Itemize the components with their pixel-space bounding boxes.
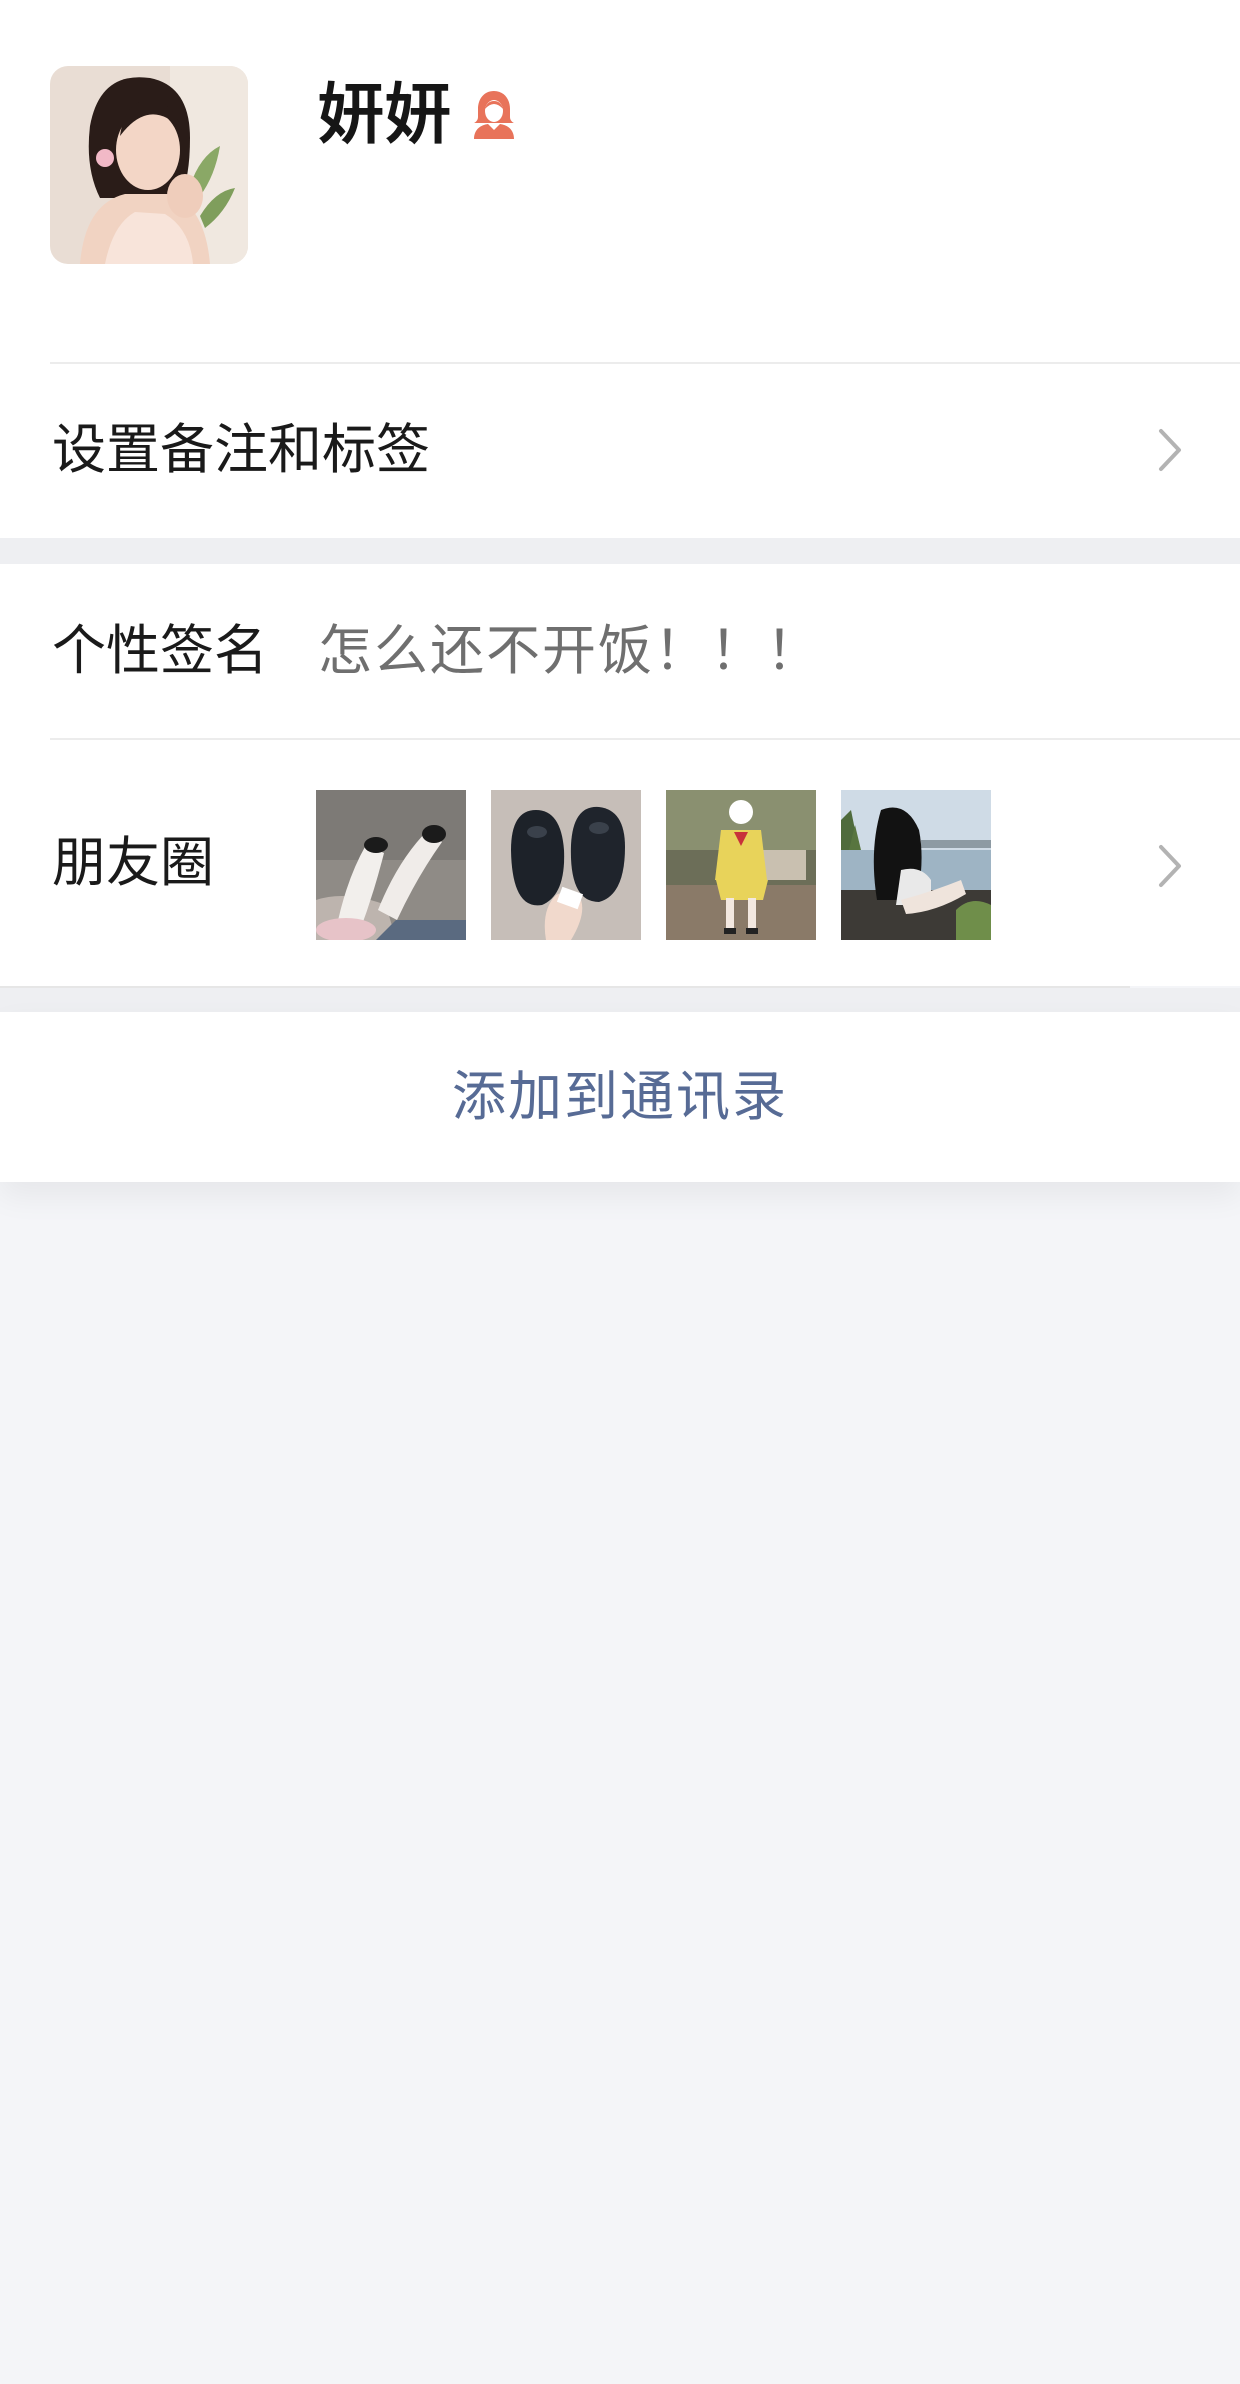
name-row: 妍妍 [318,72,518,158]
legs-in-white-stockings-photo[interactable] [316,790,466,940]
add-to-contacts-label: 添加到通讯录 [452,1065,788,1128]
chevron-right-icon [1156,426,1184,474]
nickname: 妍妍 [318,76,452,153]
info-section: 个性签名 怎么还不开饭！！！ 朋友圈 [0,564,1240,986]
set-remark-and-tags-row[interactable]: 设置备注和标签 [0,364,1240,536]
signature-text: 怎么还不开饭！！！ [318,619,822,682]
profile-header: 妍妍 设置备注和标签 [0,0,1240,538]
add-to-contacts-button[interactable]: 添加到通讯录 [0,1012,1240,1182]
girl-in-yellow-dress-photo[interactable] [666,790,816,940]
girl-sitting-by-river-photo[interactable] [841,790,991,940]
contact-profile-page: 妍妍 设置备注和标签 个性签名 怎么还不开饭！！！ 朋友圈 添加到通讯录 [0,0,1240,2384]
moments-row[interactable]: 朋友圈 [0,740,1240,986]
moments-label: 朋友圈 [52,831,214,894]
signature-row: 个性签名 怎么还不开饭！！！ [0,564,1240,738]
black-shoes-photo[interactable] [491,790,641,940]
signature-label: 个性签名 [52,619,268,682]
set-remark-label: 设置备注和标签 [52,418,430,481]
section-gap [0,988,1240,1012]
section-gap [0,538,1240,564]
avatar-photo [50,66,248,264]
female-user-icon [470,87,518,143]
avatar[interactable] [50,66,248,264]
chevron-right-icon [1156,842,1184,890]
moments-thumbnails [316,790,991,940]
